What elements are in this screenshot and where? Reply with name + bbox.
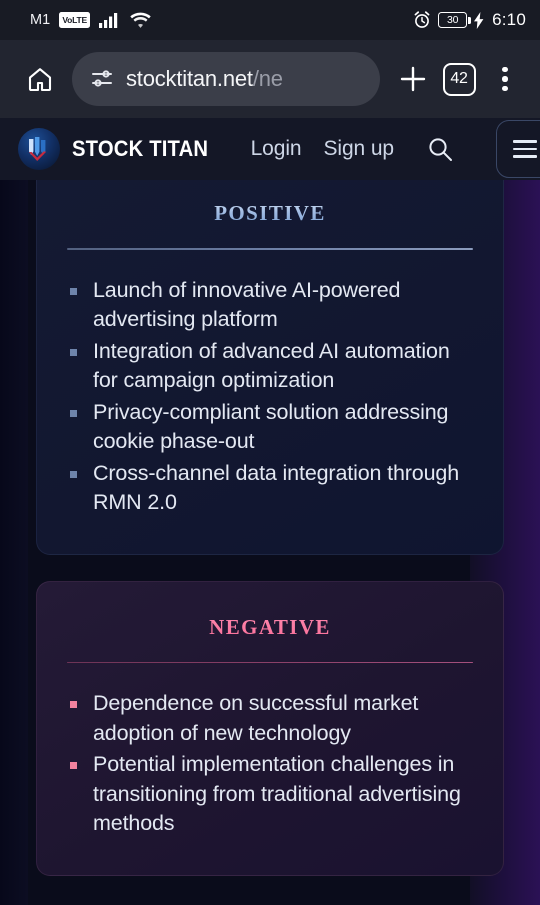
signal-bars-icon	[99, 12, 121, 28]
positive-divider	[67, 248, 473, 250]
web-page-viewport: STOCK TITAN Login Sign up positive Launc…	[0, 118, 540, 905]
plus-icon	[398, 64, 428, 94]
tune-sliders-icon[interactable]	[90, 67, 114, 91]
phone-screen: M1 VoLTE 30 6:10 stocktitan.net/ne 42 ST…	[0, 0, 540, 905]
list-item: Dependence on successful market adoption…	[67, 689, 473, 748]
search-icon	[426, 135, 454, 163]
volte-badge: VoLTE	[59, 12, 90, 28]
home-button[interactable]	[16, 55, 64, 103]
site-header: STOCK TITAN Login Sign up	[0, 118, 540, 180]
status-bar: M1 VoLTE 30 6:10	[0, 0, 540, 40]
charging-bolt-icon	[474, 11, 484, 29]
url-path: /ne	[252, 66, 283, 91]
three-dot-menu-icon	[502, 66, 508, 92]
battery-indicator: 30	[438, 12, 471, 28]
negative-card-title: Negative	[67, 608, 473, 641]
site-nav: Login Sign up	[251, 120, 540, 178]
site-brand-name[interactable]: STOCK TITAN	[72, 136, 208, 162]
negative-divider	[67, 661, 473, 664]
clock-time: 6:10	[492, 10, 526, 29]
browser-menu-button[interactable]	[482, 55, 528, 103]
address-bar[interactable]: stocktitan.net/ne	[72, 52, 380, 106]
signup-link[interactable]: Sign up	[323, 137, 394, 161]
negative-bullet-list: Dependence on successful market adoption…	[67, 689, 473, 839]
negative-card: Negative Dependence on successful market…	[36, 580, 504, 876]
tab-switcher-button[interactable]: 42	[436, 55, 482, 103]
hamburger-menu-icon	[513, 140, 537, 158]
new-tab-button[interactable]	[390, 55, 436, 103]
tab-count-badge: 42	[442, 62, 476, 96]
search-button[interactable]	[420, 129, 460, 169]
status-bar-right: 30 6:10	[413, 10, 526, 30]
url-host: stocktitan.net	[126, 66, 253, 91]
list-item: Launch of innovative AI-powered advertis…	[67, 276, 473, 335]
positive-bullet-list: Launch of innovative AI-powered advertis…	[67, 276, 473, 518]
alarm-clock-icon	[413, 11, 431, 29]
url-text: stocktitan.net/ne	[126, 66, 283, 92]
status-bar-left: M1 VoLTE	[30, 12, 151, 28]
carrier-label: M1	[30, 12, 51, 28]
login-link[interactable]: Login	[251, 137, 302, 161]
page-content: Positive Launch of innovative AI-powered…	[0, 180, 540, 876]
browser-toolbar: stocktitan.net/ne 42	[0, 40, 540, 118]
list-item: Cross-channel data integration through R…	[67, 459, 473, 518]
wifi-icon	[130, 12, 151, 28]
positive-card: Positive Launch of innovative AI-powered…	[36, 180, 504, 555]
list-item: Potential implementation challenges in t…	[67, 750, 473, 839]
positive-card-title: Positive	[67, 194, 473, 227]
list-item: Integration of advanced AI automation fo…	[67, 337, 473, 396]
list-item: Privacy-compliant solution addressing co…	[67, 398, 473, 457]
hamburger-menu-button[interactable]	[496, 120, 540, 178]
home-icon	[26, 65, 54, 93]
stock-titan-logo-icon[interactable]	[18, 128, 60, 170]
